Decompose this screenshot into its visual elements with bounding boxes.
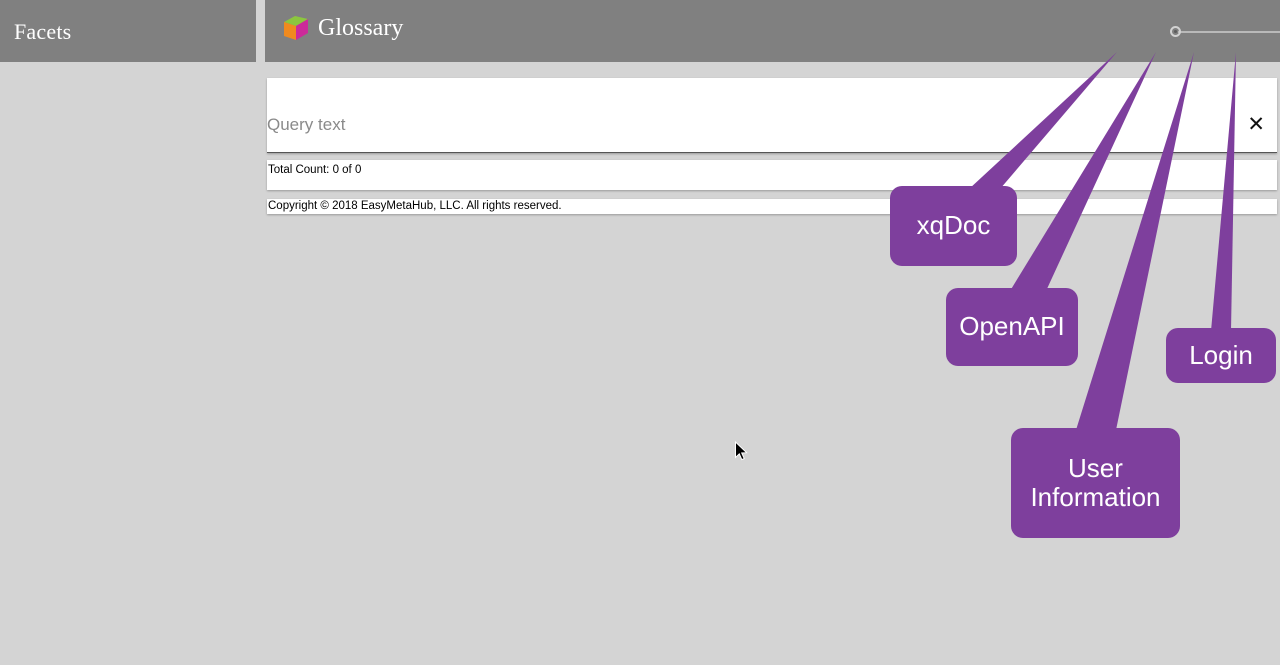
query-panel: Query text ✕ [267,78,1277,153]
facets-header-bar: Facets [0,0,256,62]
brand-title: Glossary [318,14,404,41]
footer-panel: Copyright © 2018 EasyMetaHub, LLC. All r… [267,199,1277,214]
query-input-underline [267,152,1277,153]
cube-logo-icon [281,13,311,43]
copyright-label: Copyright © 2018 EasyMetaHub, LLC. All r… [268,200,562,212]
callout-login-label: Login [1189,339,1253,370]
zoom-slider-knob[interactable] [1170,26,1181,37]
brand[interactable]: Glossary [281,13,403,43]
clear-query-icon[interactable]: ✕ [1247,114,1265,135]
callout-xqdoc-label: xqDoc [916,210,991,241]
callout-openapi-label: OpenAPI [959,311,1065,342]
zoom-slider[interactable] [1170,24,1280,40]
callout-xqdoc: xqDoc [890,186,1017,266]
callout-login: Login [1166,328,1276,383]
mouse-cursor [734,440,750,463]
callout-user-information-label: User Information [1030,452,1161,512]
zoom-slider-track [1178,31,1280,33]
total-count-label: Total Count: 0 of 0 [268,164,362,176]
callout-openapi: OpenAPI [946,288,1078,366]
callout-user-information: User Information [1011,428,1180,538]
result-count-panel: Total Count: 0 of 0 [267,160,1277,190]
query-input[interactable]: Query text [267,115,345,135]
glossary-header-bar: Glossary [265,0,1280,62]
facets-panel-title: Facets [14,19,72,44]
top-bar-row: Facets Glossary [0,0,1280,62]
